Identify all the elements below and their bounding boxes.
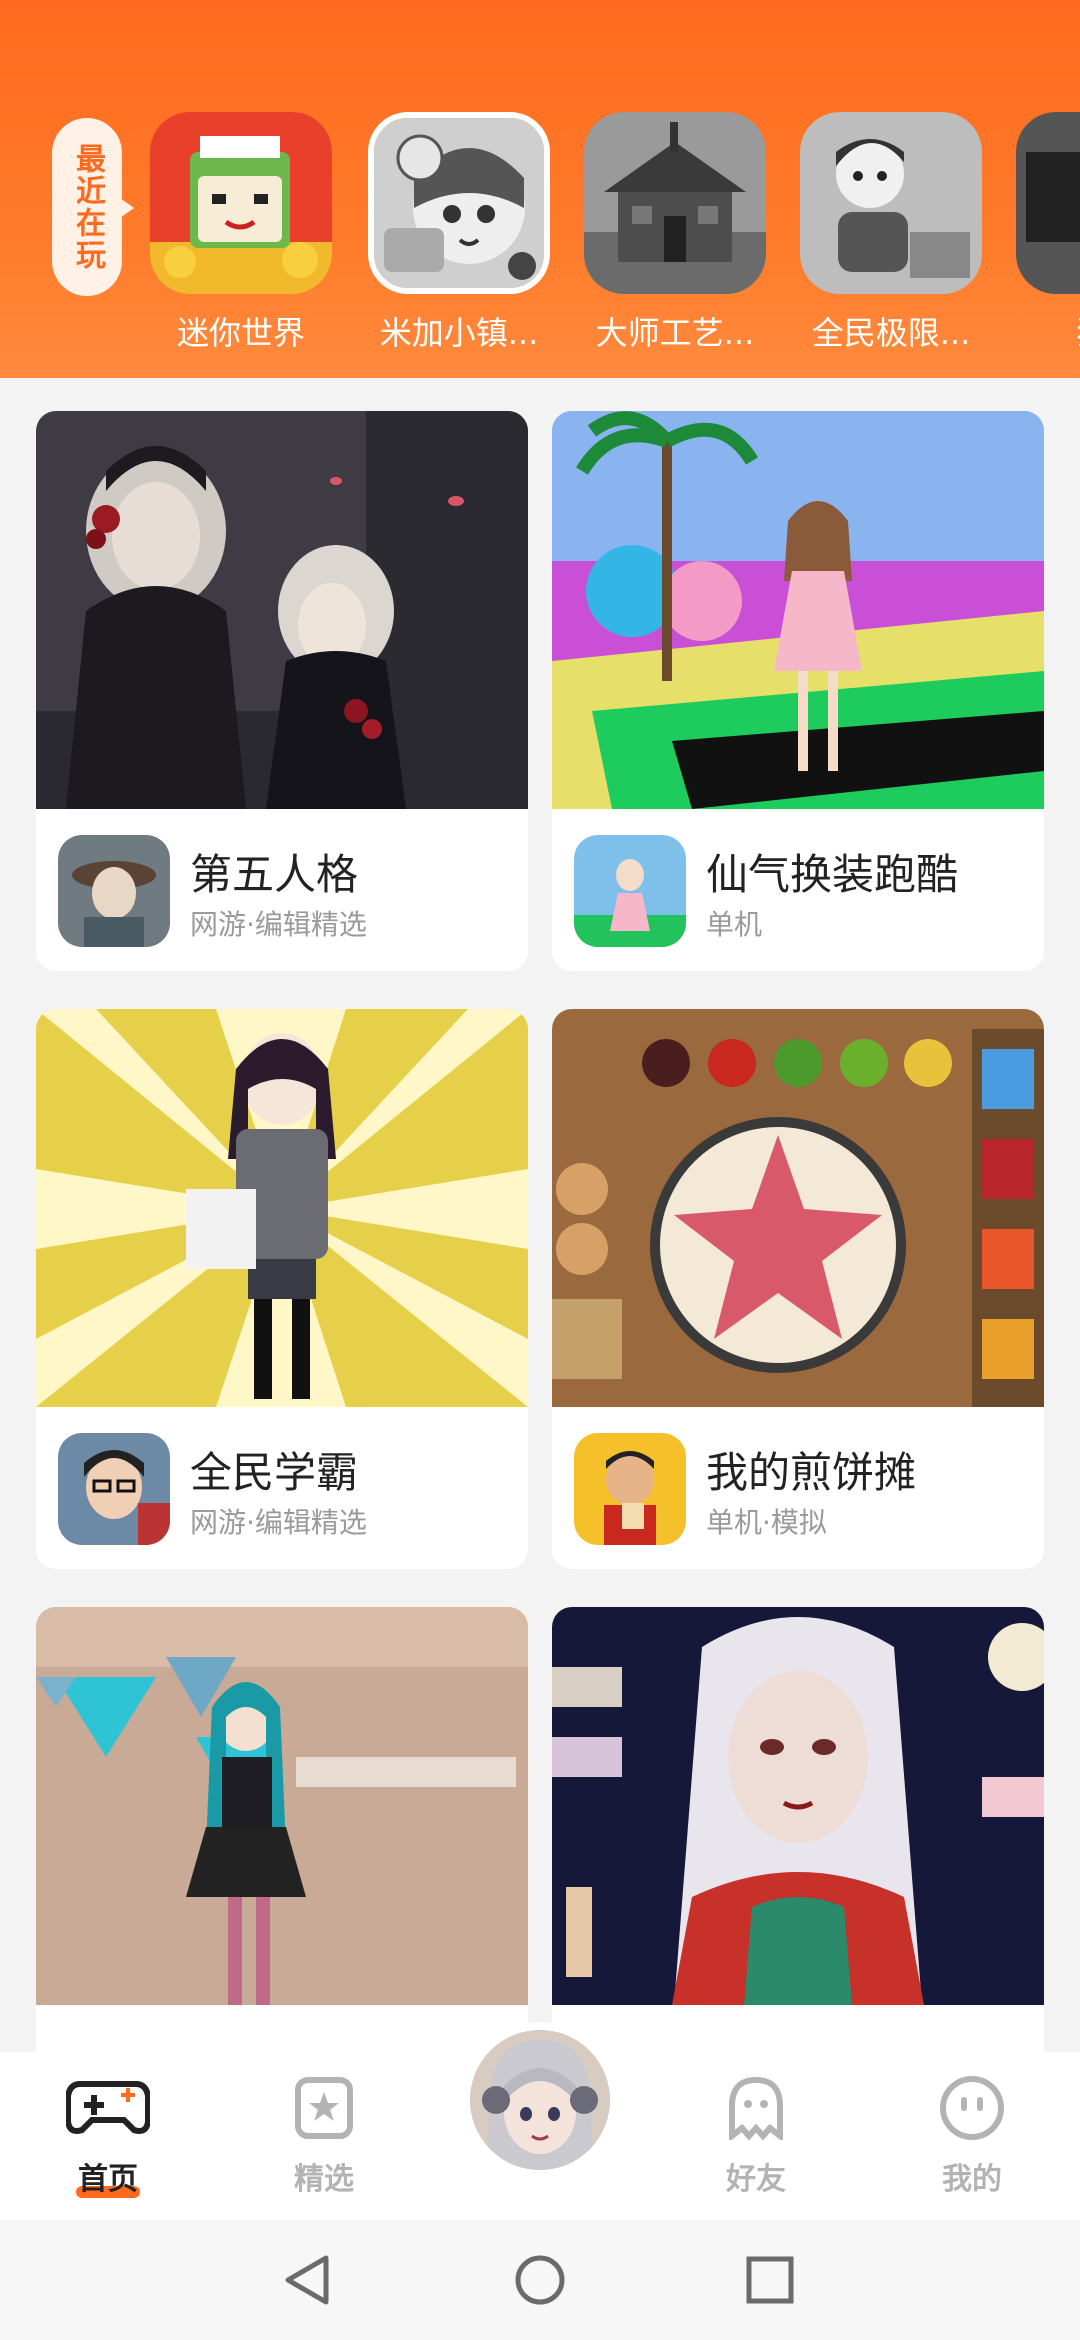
back-icon[interactable] bbox=[282, 2254, 334, 2310]
game-card-info: 我的煎饼摊 单机·模拟 bbox=[552, 1407, 1044, 1569]
game-cover-image bbox=[552, 411, 1044, 809]
game-cover-image bbox=[36, 1009, 528, 1407]
tab-mine-label: 我的 bbox=[942, 2162, 1002, 2197]
recent-game-1[interactable]: 迷你世界 bbox=[150, 112, 332, 354]
tab-friends-label: 好友 bbox=[726, 2162, 786, 2197]
game-card-info: 第五人格 网游·编辑精选 bbox=[36, 809, 528, 971]
gamepad-icon bbox=[38, 2068, 178, 2148]
game-app-icon bbox=[574, 1433, 686, 1545]
game-title: 全民学霸 bbox=[190, 1448, 359, 1497]
game-title: 我的煎饼摊 bbox=[706, 1448, 917, 1497]
recent-game-icon bbox=[800, 112, 982, 294]
smiley-icon bbox=[902, 2068, 1042, 2148]
game-card[interactable]: 我的煎饼摊 单机·模拟 bbox=[552, 1009, 1044, 1569]
game-card-info: 仙气换装跑酷 单机 bbox=[552, 809, 1044, 971]
recent-game-label: 狂... bbox=[1012, 308, 1080, 354]
recent-game-icon bbox=[584, 112, 766, 294]
game-cover-image bbox=[36, 411, 528, 809]
recent-game-3[interactable]: 大师工艺... bbox=[584, 112, 766, 354]
game-tags: 单机 bbox=[706, 908, 763, 941]
game-title: 仙气换装跑酷 bbox=[706, 850, 959, 899]
game-tags: 网游·编辑精选 bbox=[190, 908, 367, 941]
recent-game-label: 米加小镇... bbox=[379, 314, 539, 352]
recent-played-tag: 最近在玩 bbox=[52, 118, 134, 296]
tab-home[interactable]: 首页 bbox=[38, 2068, 178, 2198]
star-bookmark-icon bbox=[254, 2068, 394, 2148]
game-app-icon bbox=[58, 1433, 170, 1545]
ghost-icon bbox=[686, 2068, 826, 2148]
recent-game-label: 大师工艺... bbox=[595, 314, 755, 352]
tab-friends[interactable]: 好友 bbox=[686, 2068, 826, 2198]
game-tags: 单机·模拟 bbox=[706, 1506, 827, 1539]
recents-square-icon[interactable] bbox=[744, 2254, 796, 2310]
recent-game-5[interactable]: 狂... bbox=[1016, 112, 1080, 354]
recent-game-2[interactable]: 米加小镇... bbox=[368, 112, 550, 354]
recent-played-tag-label: 最近在玩 bbox=[70, 143, 105, 271]
game-title: 第五人格 bbox=[190, 850, 359, 899]
recent-game-icon bbox=[150, 112, 332, 294]
game-card[interactable]: 第五人格 网游·编辑精选 bbox=[36, 411, 528, 971]
recent-game-label: 全民极限... bbox=[811, 314, 971, 352]
tab-featured[interactable]: 精选 bbox=[254, 2068, 394, 2198]
game-tags: 网游·编辑精选 bbox=[190, 1506, 367, 1539]
center-avatar-button[interactable] bbox=[462, 2022, 618, 2178]
home-circle-icon[interactable] bbox=[514, 2254, 566, 2310]
tab-featured-label: 精选 bbox=[294, 2162, 354, 2197]
recent-game-icon bbox=[1016, 112, 1080, 294]
game-cover-image bbox=[552, 1009, 1044, 1407]
game-cover-image bbox=[36, 1607, 528, 2005]
game-card-info: 全民学霸 网游·编辑精选 bbox=[36, 1407, 528, 1569]
recent-game-label: 迷你世界 bbox=[176, 314, 305, 352]
recent-played-strip: 最近在玩 迷你世界 米加小镇... 大师工艺... 全民极限... bbox=[0, 0, 1080, 378]
app-screen: 最近在玩 迷你世界 米加小镇... 大师工艺... 全民极限... 第五人格 网… bbox=[0, 0, 1080, 2340]
recent-game-icon bbox=[368, 112, 550, 294]
game-card[interactable]: 仙气换装跑酷 单机 bbox=[552, 411, 1044, 971]
game-app-icon bbox=[574, 835, 686, 947]
recent-game-4[interactable]: 全民极限... bbox=[800, 112, 982, 354]
avatar bbox=[470, 2030, 610, 2170]
tab-mine[interactable]: 我的 bbox=[902, 2068, 1042, 2198]
tab-home-label: 首页 bbox=[78, 2162, 138, 2197]
game-cover-image bbox=[552, 1607, 1044, 2005]
system-nav-bar bbox=[0, 2220, 1080, 2340]
game-app-icon bbox=[58, 835, 170, 947]
game-card[interactable]: 全民学霸 网游·编辑精选 bbox=[36, 1009, 528, 1569]
